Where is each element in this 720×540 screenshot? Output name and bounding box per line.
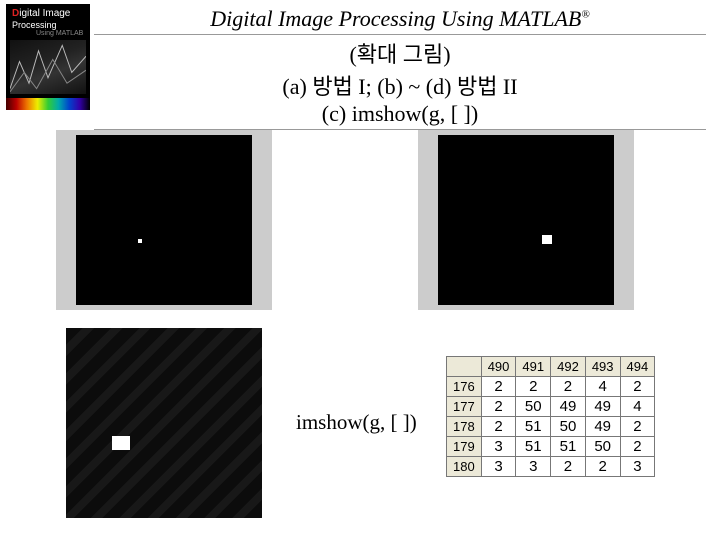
cell: 2 xyxy=(585,457,620,477)
book-cover-rainbow-bar xyxy=(6,98,90,110)
book-cover-thumbnail: Digital Image Processing Using MATLAB xyxy=(6,4,90,110)
cell: 2 xyxy=(620,437,655,457)
title-text: Digital Image Processing Using MATLAB xyxy=(210,6,581,31)
col-header: 493 xyxy=(585,357,620,377)
figure-panel-c xyxy=(66,328,262,518)
cell: 49 xyxy=(551,397,586,417)
row-header: 177 xyxy=(447,397,482,417)
cell: 2 xyxy=(620,377,655,397)
row-header: 178 xyxy=(447,417,482,437)
table-row: 176 2 2 2 4 2 xyxy=(447,377,655,397)
cell: 2 xyxy=(551,457,586,477)
cell: 49 xyxy=(585,397,620,417)
cell: 51 xyxy=(516,417,551,437)
book-title-line1: Digital Image xyxy=(12,8,70,19)
cell: 49 xyxy=(585,417,620,437)
cell: 4 xyxy=(585,377,620,397)
figure-panel-b xyxy=(418,130,634,310)
col-header: 490 xyxy=(481,357,516,377)
title-block: Digital Image Processing Using MATLAB® (… xyxy=(90,4,710,130)
cell: 2 xyxy=(481,397,516,417)
table-row: 177 2 50 49 49 4 xyxy=(447,397,655,417)
subtitle-imshow: (c) imshow(g, [ ]) xyxy=(94,101,706,130)
figure-c-pixel-block xyxy=(112,436,130,450)
table-row: 180 3 3 2 2 3 xyxy=(447,457,655,477)
figure-c-image xyxy=(66,328,262,518)
figure-a-pixel xyxy=(138,239,142,243)
cell: 2 xyxy=(551,377,586,397)
cell: 50 xyxy=(551,417,586,437)
pixel-value-table: 490 491 492 493 494 176 2 2 2 4 2 177 2 … xyxy=(446,356,655,477)
book-cover-art xyxy=(10,40,86,94)
table-header-row: 490 491 492 493 494 xyxy=(447,357,655,377)
caption-c: imshow(g, [ ]) xyxy=(296,410,417,435)
registered-mark: ® xyxy=(581,9,589,21)
cell: 3 xyxy=(481,457,516,477)
table-row: 178 2 51 50 49 2 xyxy=(447,417,655,437)
cell: 51 xyxy=(516,437,551,457)
col-header: 494 xyxy=(620,357,655,377)
subtitle-zoom: (확대 그림) xyxy=(90,37,710,69)
cell: 4 xyxy=(620,397,655,417)
figure-b-pixel-block xyxy=(542,235,552,244)
figure-a-frame xyxy=(56,130,272,310)
book-title-line2: Processing xyxy=(12,20,57,30)
book-title-rest: igital Image xyxy=(19,8,70,19)
row-header: 179 xyxy=(447,437,482,457)
cell: 50 xyxy=(516,397,551,417)
col-header: 491 xyxy=(516,357,551,377)
cell: 3 xyxy=(620,457,655,477)
figure-b-frame xyxy=(418,130,634,310)
header: Digital Image Processing Using MATLAB Di… xyxy=(0,0,720,130)
cell: 2 xyxy=(620,417,655,437)
cell: 3 xyxy=(516,457,551,477)
figure-b-image xyxy=(438,135,614,305)
cell: 2 xyxy=(481,417,516,437)
figure-a-image xyxy=(76,135,252,305)
cell: 2 xyxy=(516,377,551,397)
page-title: Digital Image Processing Using MATLAB® xyxy=(94,6,706,35)
row-header: 176 xyxy=(447,377,482,397)
cell: 2 xyxy=(481,377,516,397)
col-header: 492 xyxy=(551,357,586,377)
cell: 50 xyxy=(585,437,620,457)
subtitle-methods: (a) 방법 I; (b) ~ (d) 방법 II xyxy=(90,69,710,101)
book-title-line3: Using MATLAB xyxy=(36,30,83,37)
cell: 3 xyxy=(481,437,516,457)
cell: 51 xyxy=(551,437,586,457)
row-header: 180 xyxy=(447,457,482,477)
table-row: 179 3 51 51 50 2 xyxy=(447,437,655,457)
table-corner-cell xyxy=(447,357,482,377)
figure-panel-a xyxy=(56,130,272,310)
